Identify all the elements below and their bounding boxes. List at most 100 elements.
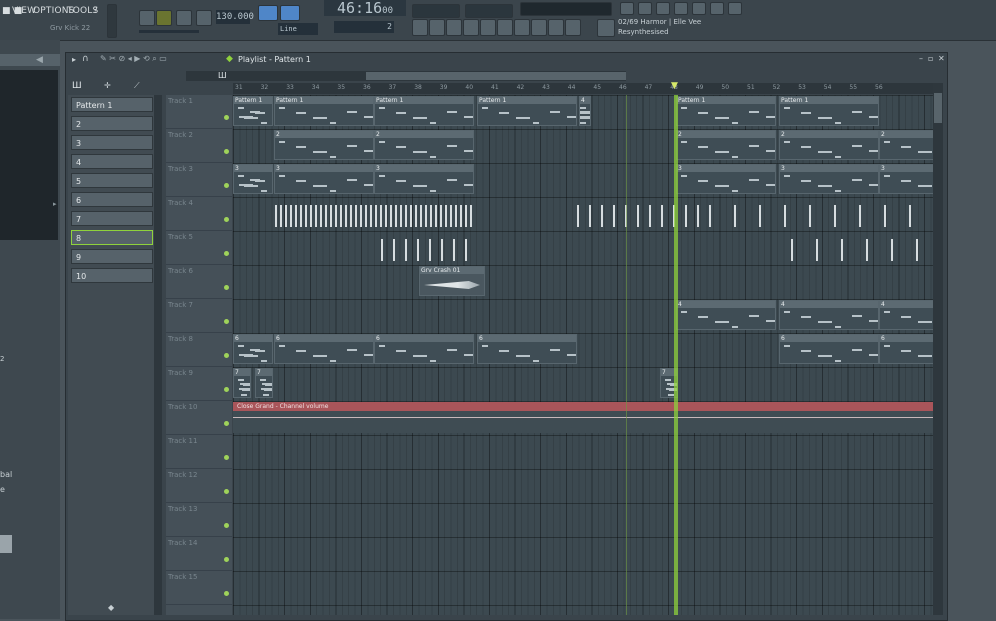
kick-hit[interactable] xyxy=(661,205,663,227)
v-scroll-thumb[interactable] xyxy=(934,93,942,123)
kick-hit[interactable] xyxy=(375,205,377,227)
kick-hit[interactable] xyxy=(360,205,362,227)
piano-roll-icon[interactable] xyxy=(429,19,445,36)
pattern-clip[interactable]: 2 xyxy=(374,130,474,160)
magnet-icon[interactable]: ∩ xyxy=(82,54,89,64)
track-mute-led[interactable] xyxy=(224,183,229,188)
snare-hit[interactable] xyxy=(816,239,818,261)
pattern-clip[interactable]: 3 xyxy=(274,164,374,194)
pattern-clip[interactable]: 6 xyxy=(274,334,374,364)
horizontal-scrollbar[interactable] xyxy=(186,71,626,81)
track-mute-led[interactable] xyxy=(224,115,229,120)
kick-hit[interactable] xyxy=(470,205,472,227)
kick-hit[interactable] xyxy=(465,205,467,227)
snare-hit[interactable] xyxy=(429,239,431,261)
track-header[interactable]: Track 5 xyxy=(166,231,232,265)
track-header[interactable]: Track 11 xyxy=(166,435,232,469)
maximize-icon[interactable]: ▫ xyxy=(928,54,933,63)
upload-icon[interactable] xyxy=(638,2,652,15)
stop-button[interactable] xyxy=(176,10,192,26)
playlist-grid[interactable]: Pattern 1 Pattern 1 Pattern 1 Pattern 1 4 Pat… xyxy=(233,95,933,615)
pattern-clip[interactable]: Pattern 1 xyxy=(676,96,776,126)
kick-hit[interactable] xyxy=(425,205,427,227)
kick-hit[interactable] xyxy=(335,205,337,227)
track-mute-led[interactable] xyxy=(224,319,229,324)
track-mute-led[interactable] xyxy=(224,557,229,562)
kick-hit[interactable] xyxy=(420,205,422,227)
kick-hit[interactable] xyxy=(295,205,297,227)
pattern-clip[interactable]: 7 xyxy=(255,368,273,398)
snare-hit[interactable] xyxy=(393,239,395,261)
snare-hit[interactable] xyxy=(791,239,793,261)
kick-hit[interactable] xyxy=(613,205,615,227)
pattern-clip[interactable]: 2 xyxy=(274,130,374,160)
snare-hit[interactable] xyxy=(866,239,868,261)
browser-icon[interactable] xyxy=(514,19,530,36)
track-header[interactable]: Track 8 xyxy=(166,333,232,367)
pattern-item-selected[interactable]: 8 xyxy=(71,230,153,245)
pattern-clip[interactable]: 4 xyxy=(779,300,879,330)
kick-hit[interactable] xyxy=(809,205,811,227)
pattern-clip[interactable]: 2 xyxy=(879,130,933,160)
pin-icon[interactable] xyxy=(710,2,724,15)
track-mute-led[interactable] xyxy=(224,421,229,426)
vertical-scrollbar[interactable] xyxy=(933,83,943,615)
minimize-icon[interactable]: – xyxy=(919,54,923,63)
kick-hit[interactable] xyxy=(834,205,836,227)
automation-clip[interactable]: Close Grand - Channel volume xyxy=(233,402,933,433)
pattern-item[interactable]: 6 xyxy=(71,192,153,207)
pattern-picker-icon[interactable]: Ш xyxy=(72,81,82,91)
pattern-clip[interactable]: 4 xyxy=(676,300,776,330)
snare-hit[interactable] xyxy=(453,239,455,261)
track-mute-led[interactable] xyxy=(224,251,229,256)
kick-hit[interactable] xyxy=(685,205,687,227)
track-header[interactable]: Track 12 xyxy=(166,469,232,503)
pattern-clip[interactable]: Pattern 1 xyxy=(477,96,577,126)
pattern-clip[interactable]: 2 xyxy=(676,130,776,160)
kick-hit[interactable] xyxy=(415,205,417,227)
track-mute-led[interactable] xyxy=(224,455,229,460)
plugin-icon[interactable] xyxy=(497,19,513,36)
pencil-tool-icon[interactable] xyxy=(280,5,300,21)
pattern-clip[interactable]: 4 xyxy=(579,96,591,126)
kick-hit[interactable] xyxy=(345,205,347,227)
track-header[interactable]: Track 1 xyxy=(166,95,232,129)
chat-icon[interactable] xyxy=(728,2,742,15)
plugin-picker-icon[interactable] xyxy=(531,19,547,36)
kick-hit[interactable] xyxy=(290,205,292,227)
master-volume-slider[interactable] xyxy=(107,4,117,38)
kick-hit[interactable] xyxy=(305,205,307,227)
kick-hit[interactable] xyxy=(577,205,579,227)
kick-hit[interactable] xyxy=(455,205,457,227)
snare-hit[interactable] xyxy=(417,239,419,261)
kick-hit[interactable] xyxy=(784,205,786,227)
kick-hit[interactable] xyxy=(340,205,342,227)
pattern-clip[interactable]: 3 xyxy=(779,164,879,194)
pattern-item[interactable]: 2 xyxy=(71,116,153,131)
pattern-item[interactable]: 3 xyxy=(71,135,153,150)
kick-hit[interactable] xyxy=(390,205,392,227)
kick-hit[interactable] xyxy=(315,205,317,227)
track-header[interactable]: Track 2 xyxy=(166,129,232,163)
playlist-icon[interactable] xyxy=(412,19,428,36)
cloud-icon[interactable] xyxy=(674,2,688,15)
track-mute-led[interactable] xyxy=(224,217,229,222)
pattern-scrollbar[interactable] xyxy=(154,95,162,615)
kick-hit[interactable] xyxy=(380,205,382,227)
pattern-song-toggle[interactable] xyxy=(139,10,155,26)
pattern-add-icon[interactable]: ✛ xyxy=(104,81,111,90)
track-mute-led[interactable] xyxy=(224,591,229,596)
pattern-clip[interactable]: 7 xyxy=(233,368,251,398)
pattern-clip[interactable]: 3 xyxy=(879,164,933,194)
kick-hit[interactable] xyxy=(280,205,282,227)
kick-hit[interactable] xyxy=(909,205,911,227)
render-icon[interactable] xyxy=(565,19,581,36)
timeline-ruler[interactable]: 31 32 33 34 35 36 37 38 39 40 41 42 43 44 45 46 47 48 49 50… xyxy=(233,81,933,94)
kick-hit[interactable] xyxy=(637,205,639,227)
pattern-clip[interactable]: 3 xyxy=(374,164,474,194)
track-header[interactable]: Track 7 xyxy=(166,299,232,333)
kick-hit[interactable] xyxy=(300,205,302,227)
kick-hit[interactable] xyxy=(445,205,447,227)
kick-hit[interactable] xyxy=(405,205,407,227)
download-icon[interactable] xyxy=(597,19,615,37)
